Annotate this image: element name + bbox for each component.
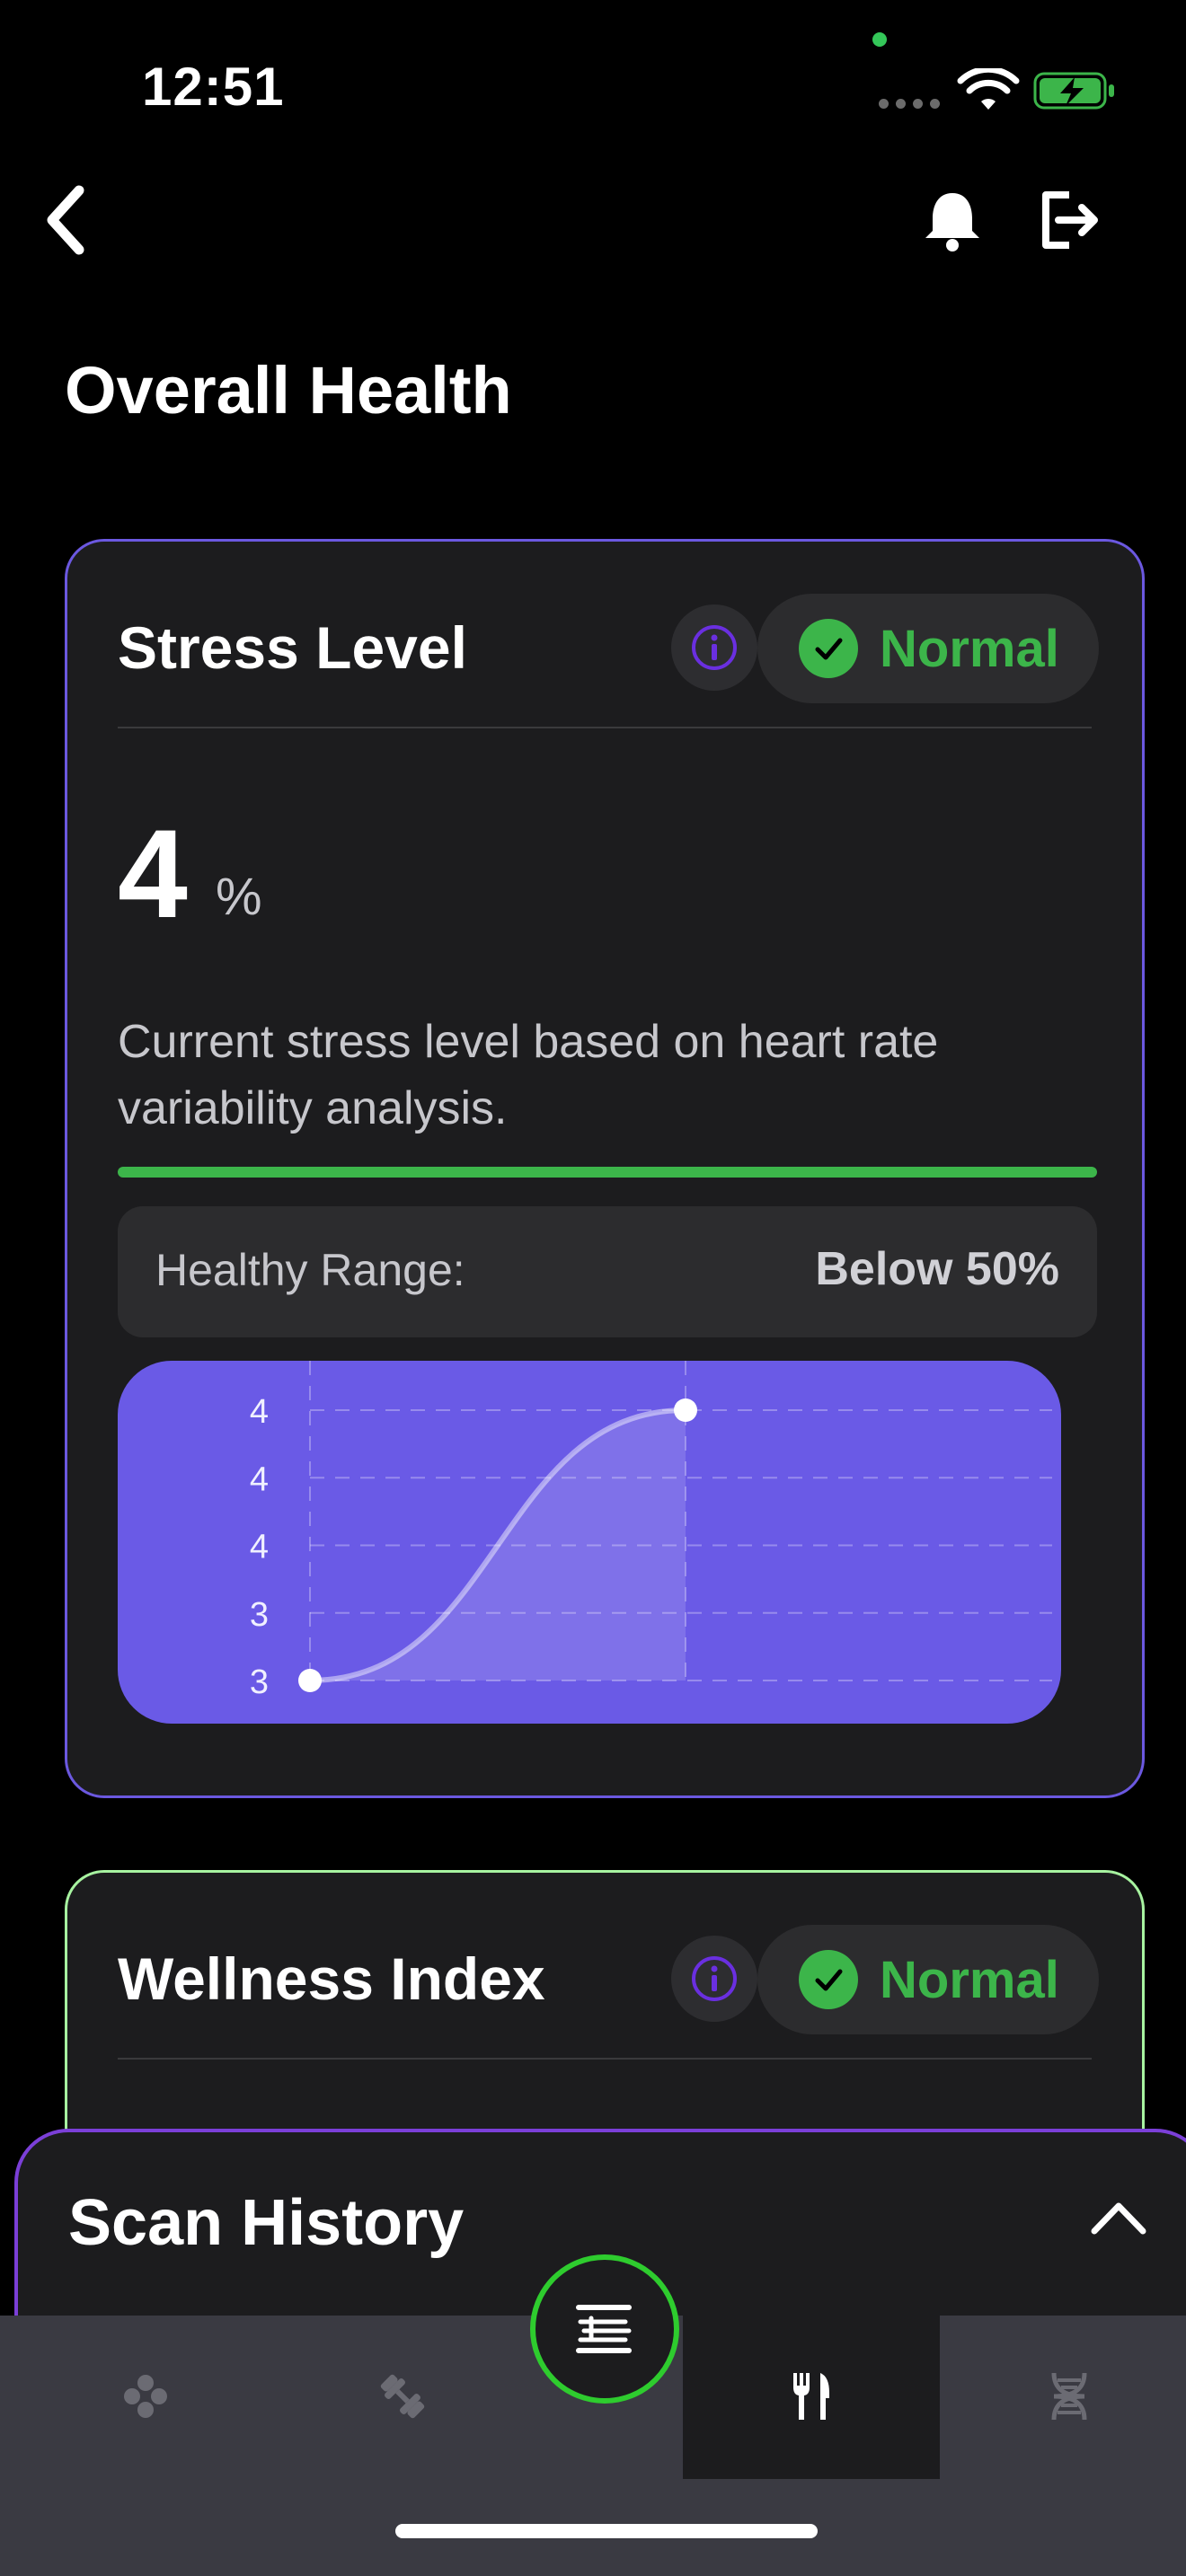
y-tick-label: 4	[250, 1393, 269, 1431]
info-button[interactable]	[671, 604, 757, 691]
scan-lines-icon	[576, 2305, 632, 2353]
status-badge: Normal	[757, 594, 1099, 703]
y-tick-label: 3	[250, 1596, 269, 1634]
logout-icon[interactable]	[1031, 184, 1103, 256]
info-icon	[692, 625, 737, 670]
status-label: Normal	[880, 1950, 1059, 2009]
status-label: Normal	[880, 619, 1059, 678]
data-point	[674, 1398, 697, 1422]
divider	[118, 2058, 1092, 2060]
status-time: 12:51	[142, 57, 285, 117]
scan-fab-button[interactable]	[530, 2254, 679, 2404]
bell-icon[interactable]	[916, 184, 988, 256]
wifi-icon	[957, 68, 1020, 110]
data-point	[298, 1669, 322, 1692]
healthy-range-box: Healthy Range: Below 50%	[118, 1206, 1097, 1337]
healthy-range-value: Below 50%	[815, 1243, 1059, 1295]
divider	[118, 727, 1092, 728]
card-title: Stress Level	[118, 614, 467, 681]
stress-trend-chart: 4 4 4 3 3	[118, 1361, 1061, 1724]
camera-indicator-dot	[872, 32, 887, 47]
y-tick-label: 4	[250, 1529, 269, 1566]
status-progress-bar	[118, 1167, 1097, 1178]
back-chevron-icon[interactable]	[34, 180, 97, 260]
stress-value: 4	[118, 803, 188, 944]
battery-charging-icon	[1033, 72, 1114, 110]
dumbbell-icon	[380, 2374, 425, 2419]
chart-canvas: 4 4 4 3 3	[250, 1361, 1052, 1701]
tab-overview[interactable]	[101, 2351, 190, 2441]
page-title: Overall Health	[65, 353, 512, 428]
healthy-range-label: Healthy Range:	[155, 1245, 465, 1295]
y-tick-label: 4	[250, 1460, 269, 1498]
dots-cluster-icon	[124, 2375, 167, 2418]
tab-nutrition[interactable]	[766, 2351, 856, 2441]
stress-description: Current stress level based on heart rate…	[118, 1016, 939, 1134]
cellular-signal-icon	[879, 99, 940, 109]
stress-unit: %	[216, 868, 262, 926]
chevron-up-icon[interactable]	[1087, 2195, 1150, 2240]
info-button[interactable]	[671, 1936, 757, 2022]
tab-genetics[interactable]	[1024, 2351, 1114, 2441]
check-icon	[799, 619, 858, 678]
check-icon	[799, 1950, 858, 2009]
status-badge: Normal	[757, 1925, 1099, 2034]
fork-knife-icon	[793, 2373, 829, 2420]
scan-history-title: Scan History	[68, 2187, 465, 2259]
info-icon	[692, 1956, 737, 2001]
y-tick-label: 3	[250, 1663, 269, 1701]
tab-fitness[interactable]	[358, 2351, 447, 2441]
dna-icon	[1051, 2372, 1087, 2421]
stress-level-card: Stress Level Normal 4 % Current stress l…	[65, 539, 1145, 1798]
home-indicator	[395, 2524, 818, 2538]
card-title: Wellness Index	[118, 1945, 545, 2012]
